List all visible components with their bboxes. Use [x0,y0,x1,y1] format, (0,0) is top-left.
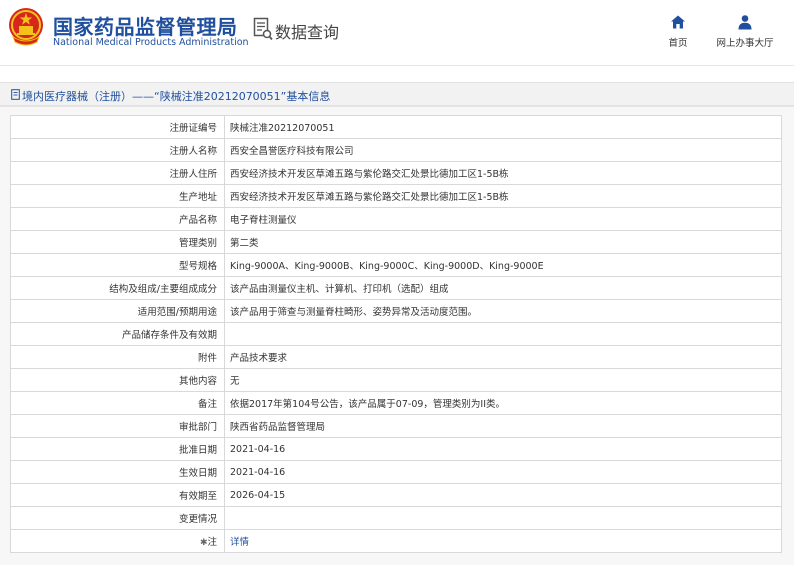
nav-home[interactable]: 首页 [662,14,694,49]
row-value: 依据2017年第104号公告，该产品属于07-09，管理类别为II类。 [224,391,782,415]
row-label: 产品名称 [10,207,225,231]
row-value: 2021-04-16 [224,460,782,484]
row-value: 第二类 [224,230,782,254]
home-icon [671,15,685,29]
row-label: 注册人名称 [10,138,225,162]
row-label: 产品储存条件及有效期 [10,322,225,346]
row-value [224,506,782,530]
row-label: 结构及组成/主要组成成分 [10,276,225,300]
table-row: 型号规格 King-9000A、King-9000B、King-9000C、Kin… [10,253,782,277]
query-title: 数据查询 [275,23,340,42]
detail-panel: 注册证编号 陕械注准20212070051 注册人名称 西安全昌誉医疗科技有限公司 … [0,106,794,565]
table-row: 批准日期 2021-04-16 [10,437,782,461]
row-value: 产品技术要求 [224,345,782,369]
table-row: 产品储存条件及有效期 [10,322,782,346]
breadcrumb-text: 境内医疗器械（注册）——“陕械注准20212070051”基本信息 [22,90,331,103]
row-value: 陕械注准20212070051 [224,115,782,139]
row-label: 备注 [10,391,225,415]
row-label: 注册人住所 [10,161,225,185]
row-value: 电子脊柱测量仪 [224,207,782,231]
row-label: 其他内容 [10,368,225,392]
row-label: 管理类别 [10,230,225,254]
nav-online-hall-label: 网上办事大厅 [716,38,774,49]
row-value: 2021-04-16 [224,437,782,461]
table-row: 其他内容无 [10,368,782,392]
table-row: 管理类别 第二类 [10,230,782,254]
table-row: 产品名称 电子脊柱测量仪 [10,207,782,231]
row-value: 陕西省药品监督管理局 [224,414,782,438]
row-value: 该产品由测量仪主机、计算机、打印机（选配）组成 [224,276,782,300]
row-label: 附件 [10,345,225,369]
row-value: King-9000A、King-9000B、King-9000C、King-90… [224,253,782,277]
table-row: 审批部门 陕西省药品监督管理局 [10,414,782,438]
table-row: 备注 依据2017年第104号公告，该产品属于07-09，管理类别为II类。 [10,391,782,415]
row-value [224,322,782,346]
breadcrumb: 境内医疗器械（注册）——“陕械注准20212070051”基本信息 [0,82,794,106]
row-value: 西安全昌誉医疗科技有限公司 [224,138,782,162]
row-value: 西安经济技术开发区草滩五路与紫伦路交汇处景比德加工区1-5B栋 [224,161,782,185]
row-value: 西安经济技术开发区草滩五路与紫伦路交汇处景比德加工区1-5B栋 [224,184,782,208]
row-label: 批准日期 [10,437,225,461]
nav-online-hall[interactable]: 网上办事大厅 [712,14,778,49]
row-label: 审批部门 [10,414,225,438]
row-label: 变更情况 [10,506,225,530]
document-icon [11,89,20,100]
table-row: 生效日期 2021-04-16 [10,460,782,484]
row-label-note: ✱注 [10,529,225,553]
table-row: 适用范围/预期用途 该产品用于筛查与测量脊柱畸形、姿势异常及活动度范围。 [10,299,782,323]
row-value: 该产品用于筛查与测量脊柱畸形、姿势异常及活动度范围。 [224,299,782,323]
row-label: 适用范围/预期用途 [10,299,225,323]
person-icon [738,15,752,30]
table-row: 注册人名称 西安全昌誉医疗科技有限公司 [10,138,782,162]
nav-home-label: 首页 [668,38,688,49]
table-row: ✱注 详情 [10,529,782,553]
row-value: 2026-04-15 [224,483,782,507]
row-value: 详情 [224,529,782,553]
table-row: 生产地址 西安经济技术开发区草滩五路与紫伦路交汇处景比德加工区1-5B栋 [10,184,782,208]
table-row: 有效期至 2026-04-15 [10,483,782,507]
table-row: 结构及组成/主要组成成分 该产品由测量仪主机、计算机、打印机（选配）组成 [10,276,782,300]
document-search-icon [253,17,273,41]
table-row: 注册证编号 陕械注准20212070051 [10,115,782,139]
row-label: 生效日期 [10,460,225,484]
registration-info-table: 注册证编号 陕械注准20212070051 注册人名称 西安全昌誉医疗科技有限公司 … [10,115,782,553]
details-link[interactable]: 详情 [230,537,249,548]
row-value: 无 [224,368,782,392]
table-row: 变更情况 [10,506,782,530]
table-row: 注册人住所 西安经济技术开发区草滩五路与紫伦路交汇处景比德加工区1-5B栋 [10,161,782,185]
brand-title-en: National Medical Products Administration [53,37,249,48]
row-label: 有效期至 [10,483,225,507]
brand-title-cn: 国家药品监督管理局 [53,15,238,39]
site-header: 国家药品监督管理局 National Medical Products Admi… [0,0,794,66]
table-row: 附件 产品技术要求 [10,345,782,369]
row-label: 生产地址 [10,184,225,208]
row-label: 型号规格 [10,253,225,277]
row-label: 注 [207,537,217,548]
national-emblem-icon [9,8,43,46]
row-label: 注册证编号 [10,115,225,139]
